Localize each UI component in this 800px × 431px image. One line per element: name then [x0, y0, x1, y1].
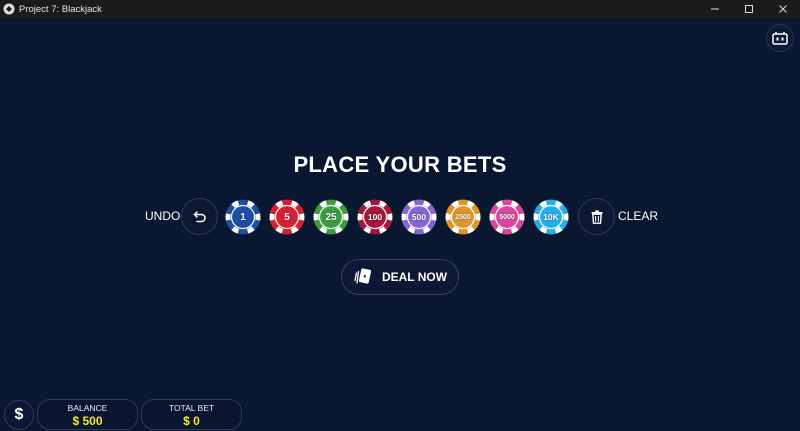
undo-label: UNDO	[145, 209, 181, 223]
balance-value: $ 500	[72, 414, 103, 428]
chip-10k[interactable]: 10K	[533, 199, 569, 235]
close-button[interactable]	[766, 0, 800, 18]
card-deck-icon	[772, 32, 788, 45]
chip-2500[interactable]: 2500	[445, 199, 481, 235]
chip-100[interactable]: 100	[357, 199, 393, 235]
balance-label: BALANCE	[67, 403, 108, 413]
balance-display: BALANCE $ 500	[37, 399, 138, 430]
chip-label: 2500	[455, 213, 471, 221]
bet-controls: UNDO 1 5 25 100 500 2500 5000 10K CLEAR	[0, 198, 800, 236]
app-icon	[3, 3, 15, 15]
chip-label: 10K	[543, 212, 559, 222]
chip-25[interactable]: 25	[313, 199, 349, 235]
chip-1[interactable]: 1	[225, 199, 261, 235]
chip-label: 100	[367, 212, 383, 222]
minimize-icon	[711, 8, 719, 10]
dollar-button[interactable]: $	[4, 400, 34, 430]
title-bar: Project 7: Blackjack	[0, 0, 800, 18]
total-bet-label: TOTAL BET	[168, 403, 215, 413]
clear-label: CLEAR	[618, 209, 659, 223]
undo-arrow-icon	[193, 210, 206, 222]
chip-5000[interactable]: 5000	[489, 199, 525, 235]
maximize-button[interactable]	[732, 0, 766, 18]
chip-label: 500	[411, 212, 427, 222]
chip-label: 5000	[499, 213, 515, 221]
place-bets-heading: PLACE YOUR BETS	[293, 152, 507, 177]
deal-now-button[interactable]: DEAL NOW	[341, 259, 459, 295]
undo-button[interactable]	[181, 198, 218, 235]
close-icon	[779, 5, 787, 13]
maximize-icon	[745, 5, 753, 13]
chip-label: 25	[325, 211, 337, 223]
card-deck-button[interactable]	[766, 24, 794, 52]
trash-icon	[591, 210, 602, 224]
total-bet-display: TOTAL BET $ 0	[141, 399, 242, 430]
minimize-button[interactable]	[698, 0, 732, 18]
chip-5[interactable]: 5	[269, 199, 305, 235]
window-title: Project 7: Blackjack	[19, 3, 102, 15]
total-bet-value: $ 0	[183, 414, 200, 428]
cards-icon	[354, 268, 372, 284]
deal-now-label: DEAL NOW	[381, 270, 448, 284]
dollar-icon: $	[14, 406, 24, 423]
clear-button[interactable]	[578, 198, 615, 235]
chip-500[interactable]: 500	[401, 199, 437, 235]
chip-label: 5	[284, 211, 290, 223]
chip-label: 1	[240, 211, 246, 223]
